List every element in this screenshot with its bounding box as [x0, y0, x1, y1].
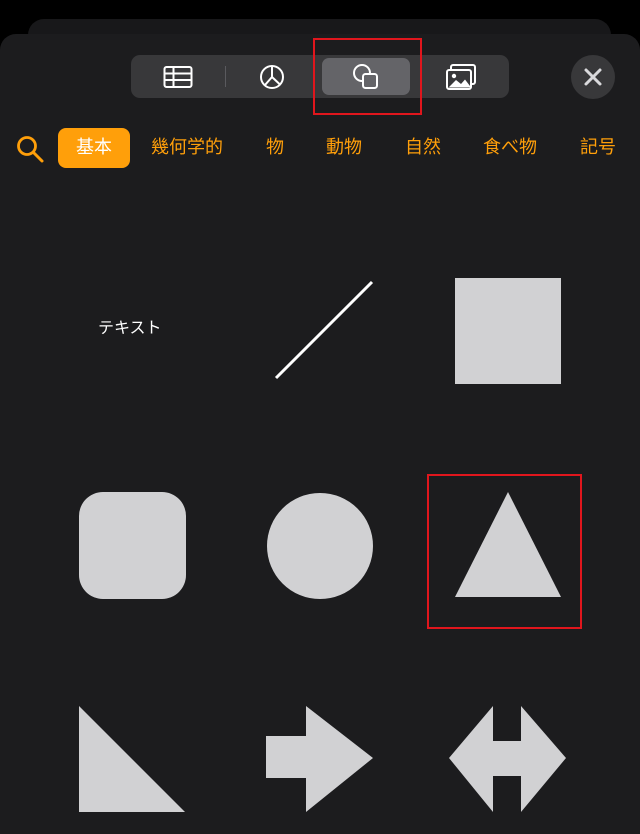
pie-chart-icon	[260, 64, 284, 89]
shape-circle[interactable]	[266, 492, 374, 600]
insert-panel: 基本 幾何学的 物 動物 自然 食べ物 記号 テキスト	[0, 34, 640, 834]
shape-rounded-square[interactable]	[79, 492, 186, 599]
category-geometric[interactable]: 幾何学的	[151, 128, 223, 168]
shapes-icon	[353, 63, 378, 89]
close-icon	[584, 68, 602, 86]
insert-type-segmented-control	[131, 55, 509, 98]
shape-square[interactable]	[455, 278, 561, 384]
category-basic[interactable]: 基本	[58, 128, 130, 168]
shape-right-triangle[interactable]	[79, 706, 187, 816]
search-button[interactable]	[15, 134, 45, 164]
tab-chart[interactable]	[228, 58, 316, 95]
segment-divider	[225, 66, 226, 87]
search-icon	[17, 136, 44, 163]
category-objects[interactable]: 物	[266, 128, 284, 168]
category-animals[interactable]: 動物	[326, 128, 362, 168]
category-symbols[interactable]: 記号	[580, 128, 616, 168]
category-nature[interactable]: 自然	[405, 128, 441, 168]
tab-shape[interactable]	[322, 58, 410, 95]
shape-line[interactable]	[270, 278, 380, 382]
shape-text[interactable]: テキスト	[98, 314, 162, 338]
tab-media[interactable]	[417, 58, 505, 95]
table-icon	[163, 65, 193, 88]
close-button[interactable]	[571, 55, 615, 99]
shape-triangle[interactable]	[454, 492, 562, 598]
photo-icon	[446, 63, 476, 90]
shape-double-arrow[interactable]	[449, 706, 567, 816]
tab-table[interactable]	[134, 58, 222, 95]
category-list: 基本 幾何学的 物 動物 自然 食べ物 記号	[58, 128, 616, 168]
category-food[interactable]: 食べ物	[483, 128, 537, 168]
shape-arrow[interactable]	[266, 706, 374, 816]
